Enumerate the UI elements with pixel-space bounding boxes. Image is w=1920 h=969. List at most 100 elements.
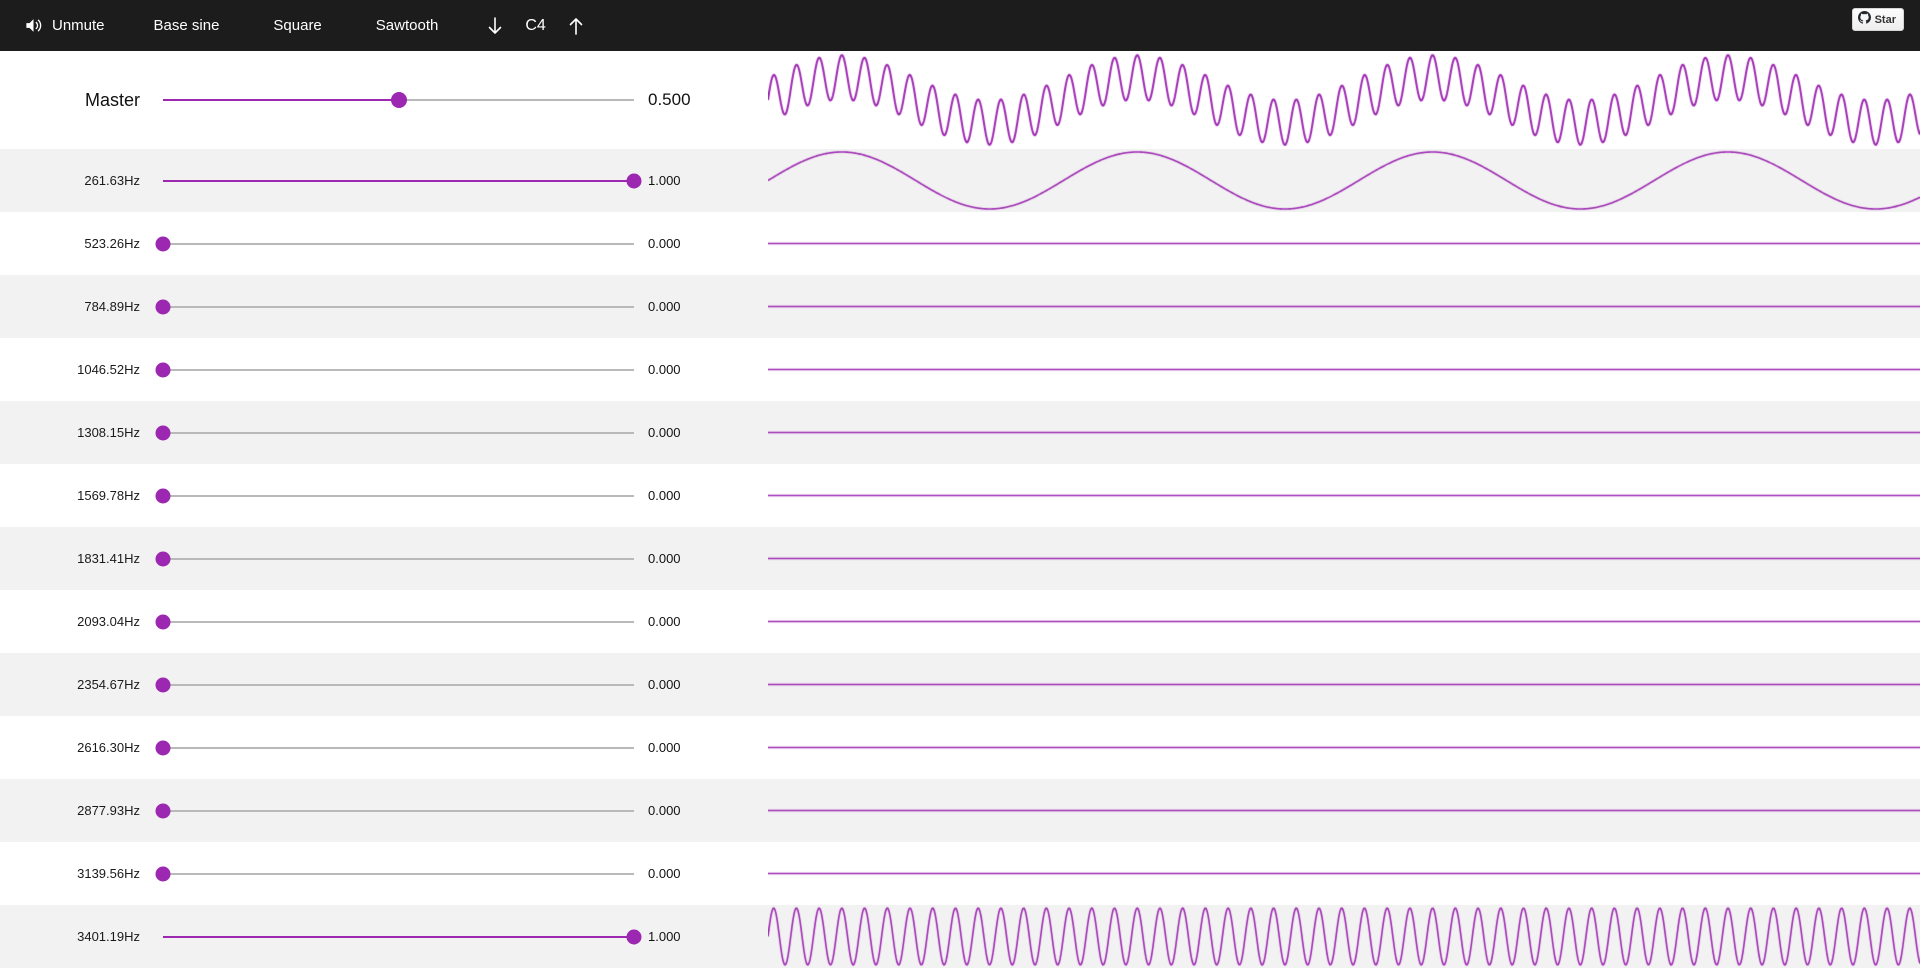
harmonic-waveform — [768, 527, 1920, 590]
harmonic-frequency-label: 2877.93Hz — [77, 803, 140, 818]
harmonic-gain-value: 1.000 — [648, 173, 681, 188]
slider-thumb[interactable] — [155, 677, 171, 692]
harmonic-row: 2877.93Hz 0.000 — [0, 779, 1920, 842]
github-star-button[interactable]: Star — [1851, 8, 1904, 31]
harmonic-row: 1046.52Hz 0.000 — [0, 338, 1920, 401]
harmonic-gain-value: 0.000 — [648, 236, 681, 251]
slider-thumb[interactable] — [155, 866, 171, 881]
slider-track — [163, 620, 634, 623]
harmonic-waveform — [768, 212, 1920, 275]
harmonic-gain-slider[interactable] — [163, 929, 642, 945]
harmonic-row: 1569.78Hz 0.000 — [0, 464, 1920, 527]
slider-fill — [163, 99, 399, 101]
harmonic-gain-value: 0.000 — [648, 614, 681, 629]
slider-track — [163, 431, 634, 434]
harmonic-row: 784.89Hz 0.000 — [0, 275, 1920, 338]
master-label: Master — [84, 89, 140, 110]
harmonic-gain-value: 0.000 — [648, 677, 681, 692]
harmonic-frequency-label: 784.89Hz — [84, 299, 140, 314]
arrow-up-icon — [568, 16, 584, 36]
slider-thumb[interactable] — [155, 551, 171, 566]
master-row: Master 0.500 — [0, 51, 1920, 149]
base-sine-button[interactable]: Base sine — [152, 11, 222, 40]
slider-fill — [163, 935, 634, 938]
harmonic-frequency-label: 523.26Hz — [84, 236, 140, 251]
slider-thumb[interactable] — [155, 362, 171, 377]
sawtooth-button[interactable]: Sawtooth — [374, 11, 441, 40]
master-gain-slider[interactable] — [163, 92, 634, 108]
harmonic-frequency-label: 2093.04Hz — [77, 614, 140, 629]
slider-fill — [163, 179, 634, 182]
arrow-down-icon — [487, 16, 503, 36]
speaker-icon — [24, 16, 43, 35]
synth-panel: Master 0.500 261.63Hz 1.000 523.26Hz 0.000 7… — [0, 51, 1920, 968]
harmonic-gain-value: 0.000 — [648, 551, 681, 566]
slider-thumb[interactable] — [155, 614, 171, 629]
harmonic-gain-value: 0.000 — [648, 362, 681, 377]
slider-track — [163, 872, 634, 875]
slider-track — [163, 683, 634, 686]
harmonic-gain-slider[interactable] — [163, 173, 642, 189]
harmonic-gain-value: 0.000 — [648, 488, 681, 503]
harmonic-gain-slider[interactable] — [155, 551, 634, 567]
slider-track — [163, 494, 634, 497]
harmonic-row: 261.63Hz 1.000 — [0, 149, 1920, 212]
mute-label: Unmute — [52, 17, 105, 34]
harmonic-waveform — [768, 842, 1920, 905]
harmonic-frequency-label: 3139.56Hz — [77, 866, 140, 881]
harmonic-gain-slider[interactable] — [155, 362, 634, 378]
github-icon — [1857, 11, 1871, 28]
square-button[interactable]: Square — [271, 11, 323, 40]
slider-thumb[interactable] — [155, 236, 171, 251]
harmonic-waveform — [768, 149, 1920, 212]
harmonic-frequency-label: 3401.19Hz — [77, 929, 140, 944]
slider-track — [163, 809, 634, 812]
harmonic-gain-value: 0.000 — [648, 740, 681, 755]
harmonic-frequency-label: 1831.41Hz — [77, 551, 140, 566]
harmonic-gain-slider[interactable] — [155, 740, 634, 756]
harmonic-row: 2616.30Hz 0.000 — [0, 716, 1920, 779]
harmonic-gain-slider[interactable] — [155, 677, 634, 693]
harmonic-frequency-label: 2616.30Hz — [77, 740, 140, 755]
slider-thumb[interactable] — [155, 425, 171, 440]
harmonic-gain-slider[interactable] — [155, 299, 634, 315]
harmonic-waveform — [768, 401, 1920, 464]
mute-button[interactable]: Unmute — [22, 10, 107, 41]
slider-thumb[interactable] — [155, 299, 171, 314]
harmonic-gain-slider[interactable] — [155, 488, 634, 504]
harmonic-gain-value: 0.000 — [648, 299, 681, 314]
harmonic-waveform — [768, 905, 1920, 968]
harmonic-waveform — [768, 653, 1920, 716]
harmonic-gain-slider[interactable] — [155, 236, 634, 252]
slider-thumb[interactable] — [155, 488, 171, 503]
slider-thumb[interactable] — [390, 92, 407, 108]
harmonic-gain-slider[interactable] — [155, 425, 634, 441]
harmonic-waveform — [768, 779, 1920, 842]
harmonic-gain-slider[interactable] — [155, 614, 634, 630]
harmonic-gain-slider[interactable] — [155, 803, 634, 819]
harmonic-waveform — [768, 464, 1920, 527]
slider-thumb[interactable] — [626, 173, 642, 188]
harmonic-gain-value: 0.000 — [648, 425, 681, 440]
harmonic-frequency-label: 2354.67Hz — [77, 677, 140, 692]
harmonic-frequency-label: 261.63Hz — [84, 173, 140, 188]
octave-down-button[interactable] — [485, 10, 505, 42]
slider-thumb[interactable] — [155, 803, 171, 818]
octave-up-button[interactable] — [566, 10, 586, 42]
harmonic-gain-slider[interactable] — [155, 866, 634, 882]
harmonic-frequency-label: 1308.15Hz — [77, 425, 140, 440]
harmonic-gain-value: 0.000 — [648, 803, 681, 818]
slider-track — [163, 242, 634, 245]
harmonic-waveform — [768, 338, 1920, 401]
slider-track — [163, 368, 634, 371]
harmonic-gain-value: 0.000 — [648, 866, 681, 881]
slider-track — [163, 557, 634, 560]
harmonic-waveform — [768, 590, 1920, 653]
harmonic-row: 3401.19Hz 1.000 — [0, 905, 1920, 968]
harmonic-waveform — [768, 716, 1920, 779]
harmonic-row: 2354.67Hz 0.000 — [0, 653, 1920, 716]
slider-thumb[interactable] — [155, 740, 171, 755]
github-star-label: Star — [1874, 13, 1896, 26]
slider-track — [163, 746, 634, 749]
slider-thumb[interactable] — [626, 929, 642, 944]
